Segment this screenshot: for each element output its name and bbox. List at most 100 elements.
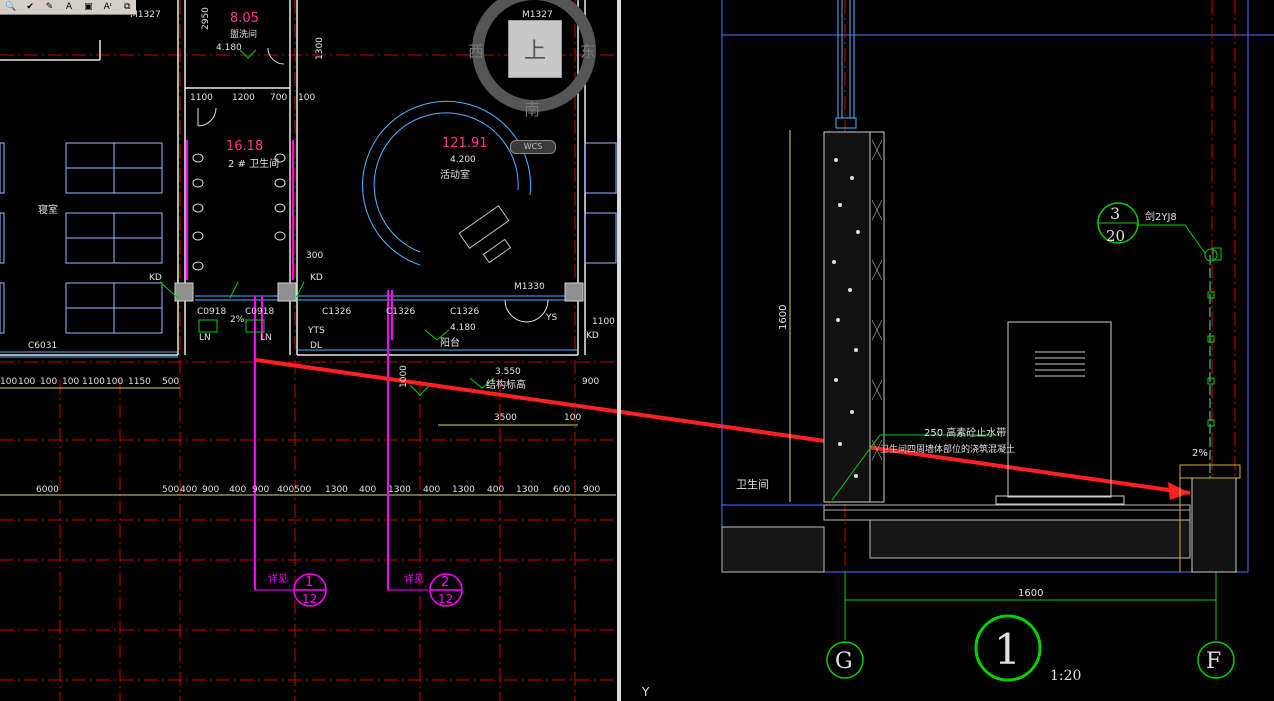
toilet-area: 16.18	[226, 139, 263, 154]
struct-elev: 3.550	[495, 367, 521, 377]
struct-label: 结构标高	[486, 378, 526, 391]
dim-r2-11: 400	[423, 485, 440, 495]
win-c1326c: C1326	[450, 307, 479, 317]
dim-300: 300	[306, 251, 323, 261]
left-viewport: 8.05 4.180 盥洗间 16.18 2 # 卫生间 121.91 4.20…	[0, 0, 1191, 701]
balcony-elev: 4.180	[450, 323, 476, 333]
navcube-east[interactable]: 东	[580, 42, 596, 61]
dim-r2-0: 6000	[36, 485, 59, 495]
detail2-sheet: 12	[438, 592, 453, 606]
dim-top-1: 1200	[232, 93, 255, 103]
dim-r2-7: 500	[294, 485, 311, 495]
bedroom-name: 寝室	[38, 203, 58, 216]
copy-icon[interactable]: ⧉	[119, 1, 136, 13]
dim-r1-5: 100	[106, 377, 123, 387]
yts: YTS	[307, 326, 325, 336]
detail-ref-num: 3	[1110, 204, 1120, 223]
activity-area: 121.91	[442, 136, 488, 151]
activity-name: 活动室	[440, 168, 470, 181]
detail-dim-1600-v: 1600	[778, 305, 789, 330]
ucs-y-label: Y	[641, 685, 650, 699]
balcony-name: 阳台	[440, 336, 460, 349]
kd2: KD	[310, 273, 323, 283]
bathroom-area: 8.05	[230, 11, 259, 26]
dim-r2-6: 400	[277, 485, 294, 495]
detail2-num: 2	[441, 575, 449, 590]
detail-scale: 1:20	[1050, 668, 1081, 684]
detail-dim-1600-h: 1600	[1018, 588, 1043, 599]
dim-v-1300: 1300	[315, 37, 325, 60]
dim-r1-1: 100	[18, 377, 35, 387]
win-c0918a: C0918	[197, 307, 226, 317]
navcube-west[interactable]: 西	[468, 42, 484, 61]
dim-v-2950: 2950	[201, 7, 211, 30]
cad-toolbar: 🔍 ✔ ✎ A ▣ Aᶦ ⧉	[0, 0, 136, 15]
dim-r1-3: 100	[62, 377, 79, 387]
door-mid: M1330	[514, 282, 545, 292]
axis-g-label: G	[835, 649, 853, 674]
pen-icon[interactable]: ✎	[41, 1, 58, 13]
detail1-sheet: 12	[302, 592, 317, 606]
dim-r1-6: 1150	[128, 377, 151, 387]
dim-r2-10: 1300	[388, 485, 411, 495]
dim-r2-13: 400	[487, 485, 504, 495]
dim-r2-4: 400	[229, 485, 246, 495]
dim-100: 100	[564, 413, 581, 423]
dims-row2: 6000 500 400 900 400 900 400 500 1300 40…	[36, 485, 600, 495]
dim-r2-8: 1300	[325, 485, 348, 495]
detail1-label: 详见	[268, 572, 288, 585]
text-a-icon[interactable]: A	[60, 1, 77, 13]
dim-top-0: 1100	[190, 93, 213, 103]
win-c1326a: C1326	[322, 307, 351, 317]
navcube-south[interactable]: 南	[524, 100, 540, 119]
dim-1000: 1000	[399, 365, 409, 388]
axis-f-label: F	[1206, 649, 1221, 674]
check-icon[interactable]: ✔	[21, 1, 38, 13]
dim-r2-5: 900	[252, 485, 269, 495]
detail-note1: 250 高素砼止水带	[924, 426, 1006, 439]
detail2-label: 详见	[404, 572, 424, 585]
cad-drawing-canvas[interactable]: 8.05 4.180 盥洗间 16.18 2 # 卫生间 121.91 4.20…	[0, 0, 1274, 701]
dims-row1: 100 100 100 100 1100 100 1150 500	[0, 377, 179, 387]
detail1-num: 1	[305, 575, 313, 590]
win-c0918b: C0918	[245, 307, 274, 317]
win-c1326b: C1326	[386, 307, 415, 317]
dl: DL	[310, 341, 322, 351]
bathroom-elev: 4.180	[216, 43, 242, 53]
dim-3500: 3500	[494, 413, 517, 423]
dim-900: 900	[582, 377, 599, 387]
dim-top-3: 100	[298, 93, 315, 103]
kd1: KD	[149, 273, 162, 283]
detail-note2: 卫生间四周墙体部位的浇筑混凝土	[880, 443, 1015, 455]
dim-r1-2: 100	[40, 377, 57, 387]
ln2: LN	[260, 333, 272, 343]
dim-r1-4: 1100	[82, 377, 105, 387]
dim-r2-9: 400	[359, 485, 376, 495]
navcube-top-face[interactable]: 上	[508, 20, 562, 78]
dim-r2-14: 1300	[516, 485, 539, 495]
detail-ref-sheet: 20	[1106, 227, 1125, 245]
activity-elev: 4.200	[450, 155, 476, 165]
text-box-icon[interactable]: ▣	[80, 1, 97, 13]
wcs-menu[interactable]: WCS	[510, 140, 556, 154]
win-c6031: C6031	[28, 341, 57, 351]
detail-title-num: 1	[994, 625, 1021, 674]
zoom-icon[interactable]: 🔍	[2, 1, 19, 13]
dim-r2-15: 600	[553, 485, 570, 495]
dim-r2-12: 1300	[452, 485, 475, 495]
text-style-icon[interactable]: Aᶦ	[99, 1, 116, 13]
dim-r2-2: 400	[180, 485, 197, 495]
ln1: LN	[199, 333, 211, 343]
wall-section	[823, 131, 871, 503]
toilet-name: 2 # 卫生间	[228, 157, 279, 170]
dim-r2-3: 900	[202, 485, 219, 495]
bathroom-name: 盥洗间	[230, 28, 257, 40]
detail-room: 卫生间	[736, 477, 769, 491]
kd3: KD	[586, 331, 599, 341]
viewport-divider[interactable]	[617, 0, 621, 701]
right-viewport: 1600 1600 250 高素砼止水带 卫生间四周墙体部位的浇筑混凝土 卫生间…	[641, 0, 1274, 699]
dim-r1-7: 500	[162, 377, 179, 387]
dim-r2-1: 500	[162, 485, 179, 495]
door-top-mid: M1327	[522, 10, 553, 20]
dim-r1-0: 100	[0, 377, 17, 387]
